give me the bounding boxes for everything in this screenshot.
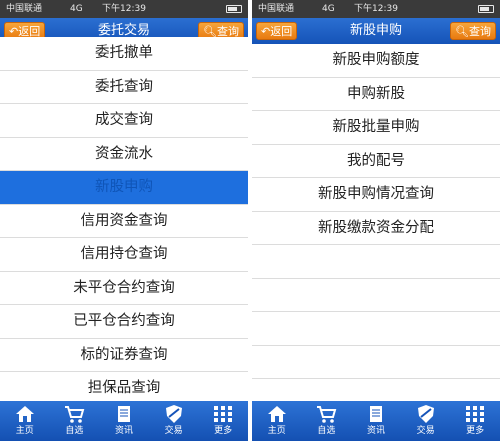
menu-item[interactable]: 未平仓合约查询: [0, 271, 248, 305]
battery-icon: [478, 5, 494, 13]
shield-icon: [417, 405, 434, 423]
left-screen: 中国联通 4G 下午12:39 ↶返回 委托交易 🔍︎查询 委托撤单 委托查询 …: [0, 0, 248, 441]
tab-label: 主页: [15, 426, 34, 436]
status-bar: 中国联通 4G 下午12:39: [252, 0, 500, 18]
query-label: 查询: [469, 25, 491, 38]
menu-item[interactable]: 我的配号: [252, 144, 500, 178]
menu-item[interactable]: 新股申购额度: [252, 44, 500, 78]
menu-item[interactable]: 资金流水: [0, 137, 248, 171]
menu-list: 新股申购额度 申购新股 新股批量申购 我的配号 新股申购情况查询 新股缴款资金分…: [252, 44, 500, 379]
tab-label: 资讯: [114, 426, 133, 436]
menu-item-selected[interactable]: 新股申购: [0, 171, 248, 205]
empty-row: [252, 312, 500, 346]
scroll-icon: [369, 406, 382, 422]
empty-row: [252, 345, 500, 379]
empty-row: [252, 245, 500, 279]
tab-trade[interactable]: 交易: [149, 401, 199, 441]
menu-item[interactable]: 委托撤单: [0, 37, 248, 71]
tab-news[interactable]: 资讯: [351, 401, 401, 441]
tab-label: 自选: [65, 426, 84, 436]
nav-bar: ↶返回 新股申购 🔍︎查询: [252, 18, 500, 44]
cart-icon: [317, 406, 337, 423]
tab-label: 交易: [416, 426, 435, 436]
tab-bar: 主页 自选 资讯 交易 更多: [252, 401, 500, 441]
tab-news[interactable]: 资讯: [99, 401, 149, 441]
tab-home[interactable]: 主页: [252, 401, 302, 441]
grid-icon: [466, 406, 485, 422]
time-label: 下午12:39: [354, 4, 398, 14]
menu-item[interactable]: 成交查询: [0, 104, 248, 138]
menu-item[interactable]: 新股申购情况查询: [252, 178, 500, 212]
tab-label: 更多: [466, 426, 485, 436]
tab-bar: 主页 自选 资讯 交易 更多: [0, 401, 248, 441]
scroll-icon: [117, 406, 130, 422]
tab-label: 主页: [267, 426, 286, 436]
home-icon: [15, 406, 34, 422]
tab-more[interactable]: 更多: [450, 401, 500, 441]
home-icon: [267, 406, 286, 422]
tab-label: 更多: [214, 426, 233, 436]
cart-icon: [65, 406, 85, 423]
tab-more[interactable]: 更多: [198, 401, 248, 441]
menu-item[interactable]: 信用资金查询: [0, 204, 248, 238]
status-bar: 中国联通 4G 下午12:39: [0, 0, 248, 18]
menu-item[interactable]: 信用持仓查询: [0, 238, 248, 272]
menu-item[interactable]: 新股缴款资金分配: [252, 211, 500, 245]
tab-favorites[interactable]: 自选: [302, 401, 352, 441]
tab-label: 交易: [164, 426, 183, 436]
menu-list: 委托撤单 委托查询 成交查询 资金流水 新股申购 信用资金查询 信用持仓查询 未…: [0, 37, 248, 406]
menu-item[interactable]: 新股批量申购: [252, 111, 500, 145]
query-button[interactable]: 🔍︎查询: [450, 22, 496, 40]
grid-icon: [214, 406, 233, 422]
time-label: 下午12:39: [102, 4, 146, 14]
menu-item[interactable]: 委托查询: [0, 70, 248, 104]
empty-row: [252, 278, 500, 312]
tab-home[interactable]: 主页: [0, 401, 50, 441]
tab-trade[interactable]: 交易: [401, 401, 451, 441]
menu-item[interactable]: 标的证券查询: [0, 338, 248, 372]
right-screen: 中国联通 4G 下午12:39 ↶返回 新股申购 🔍︎查询 新股申购额度 申购新…: [252, 0, 500, 441]
tab-label: 自选: [317, 426, 336, 436]
shield-icon: [165, 405, 182, 423]
menu-item[interactable]: 已平仓合约查询: [0, 305, 248, 339]
battery-icon: [226, 5, 242, 13]
search-icon: 🔍︎: [455, 25, 469, 38]
tab-label: 资讯: [366, 426, 385, 436]
menu-item[interactable]: 申购新股: [252, 77, 500, 111]
tab-favorites[interactable]: 自选: [50, 401, 100, 441]
